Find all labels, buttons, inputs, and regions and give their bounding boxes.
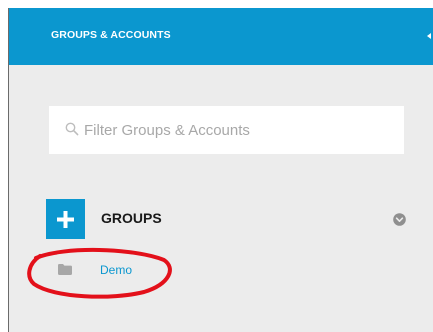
group-item-demo[interactable]: Demo (49, 259, 199, 285)
chevron-left-icon (427, 33, 431, 39)
folder-icon (58, 264, 72, 275)
collapse-panel-button[interactable] (422, 24, 433, 48)
filter-box[interactable] (49, 106, 404, 154)
search-icon (65, 122, 79, 136)
group-item-label: Demo (100, 263, 133, 277)
chevron-down-icon (393, 213, 406, 226)
filter-groups-input[interactable] (84, 118, 384, 142)
panel-title: GROUPS & ACCOUNTS (51, 29, 171, 41)
groups-section-header: GROUPS (46, 199, 406, 239)
groups-heading: GROUPS (101, 210, 162, 226)
plus-icon (57, 211, 74, 228)
add-group-button[interactable] (46, 199, 85, 239)
groups-accounts-panel: GROUPS & ACCOUNTS GROUPS (8, 8, 433, 332)
panel-header: GROUPS & ACCOUNTS (9, 8, 433, 65)
groups-toggle-button[interactable] (393, 213, 406, 226)
